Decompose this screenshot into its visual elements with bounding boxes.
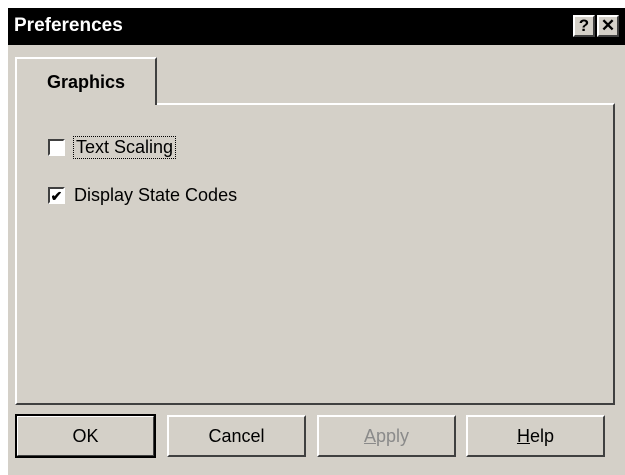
apply-button[interactable]: Apply <box>317 415 456 457</box>
text-scaling-checkbox[interactable] <box>48 139 65 156</box>
text-scaling-label[interactable]: Text Scaling <box>72 136 177 159</box>
help-mnemonic: H <box>516 425 530 446</box>
tab-graphics[interactable]: Graphics <box>15 57 157 105</box>
close-title-button[interactable]: ✕ <box>597 15 619 37</box>
help-title-button[interactable]: ? <box>573 15 595 37</box>
question-mark-icon: ? <box>578 16 590 35</box>
checkmark-icon: ✔ <box>50 187 63 204</box>
help-button-label: Help <box>517 426 554 447</box>
help-label-rest: elp <box>529 425 555 446</box>
display-state-codes-label[interactable]: Display State Codes <box>74 185 237 206</box>
close-icon: ✕ <box>600 16 616 35</box>
help-button[interactable]: Help <box>466 415 605 457</box>
cancel-button-label: Cancel <box>208 425 265 446</box>
display-state-codes-checkbox[interactable]: ✔ <box>48 187 65 204</box>
tab-graphics-label: Graphics <box>46 71 126 92</box>
text-scaling-option[interactable]: Text Scaling <box>45 136 177 159</box>
ok-button-label: OK <box>72 425 99 446</box>
display-state-codes-option[interactable]: ✔ Display State Codes <box>45 185 237 206</box>
window-title: Preferences <box>14 15 123 36</box>
apply-mnemonic: A <box>363 425 376 446</box>
apply-label-rest: pply <box>375 425 410 446</box>
apply-button-label: Apply <box>364 426 409 447</box>
title-bar: Preferences ? ✕ <box>8 8 625 45</box>
cancel-button[interactable]: Cancel <box>167 415 306 457</box>
ok-button[interactable]: OK <box>15 414 156 458</box>
